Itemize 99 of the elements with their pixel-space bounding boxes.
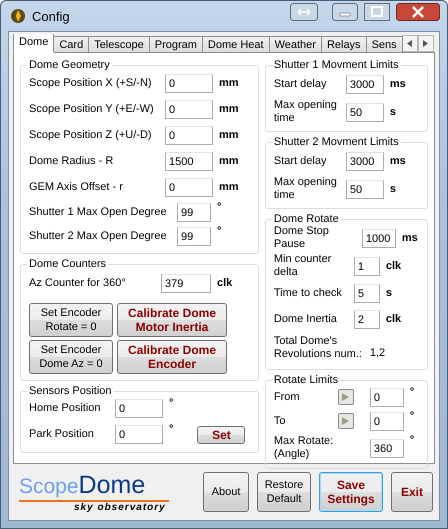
field-label: Dome Radius - R [29, 154, 114, 168]
unit-label: ° [410, 386, 414, 398]
action-button[interactable]: Calibrate Dome Motor Inertia [117, 303, 227, 338]
window-title: Config [32, 8, 71, 24]
unit-label: clk [386, 313, 402, 326]
group-title: Shutter 1 Movment Limits [272, 59, 400, 72]
unit-label: mm [219, 155, 239, 168]
input-field[interactable]: 50 [346, 180, 384, 199]
scroll-right-icon[interactable] [418, 35, 434, 52]
field-label: Shutter 2 Max Open Degree [29, 230, 168, 243]
field-label: Time to check [274, 286, 343, 300]
action-button[interactable]: Calibrate Dome Encoder [117, 340, 227, 374]
unit-label: ° [410, 410, 414, 422]
field-label: To [274, 414, 286, 428]
field-label: Max opening time [274, 176, 338, 202]
unit-label: ms [390, 155, 406, 168]
unit-label: ° [217, 201, 222, 214]
app-icon [10, 8, 26, 24]
set-button[interactable]: Set [197, 426, 246, 444]
input-field[interactable]: 3000 [346, 74, 384, 94]
field-label: Scope Position Y (+E/-W) [29, 102, 155, 116]
tab[interactable]: Relays [320, 36, 367, 54]
input-field[interactable]: 0 [165, 74, 213, 93]
total-revolutions-value: 1,2 [370, 347, 386, 360]
action-button[interactable]: Set Encoder Rotate = 0 [29, 303, 113, 338]
unit-label: s [390, 106, 396, 118]
unit-label: clk [386, 260, 402, 272]
group-title: Dome Rotate [272, 213, 340, 226]
input-field[interactable]: 1000 [362, 228, 396, 248]
unit-label: mm [219, 77, 239, 90]
logo: ScopeDome sky observatory [19, 472, 203, 513]
field-label: Home Position [29, 402, 102, 416]
field-label: Az Counter for 360° [29, 276, 127, 290]
input-field[interactable]: 1500 [165, 152, 213, 171]
tab[interactable]: Telescope [88, 36, 150, 54]
tab[interactable]: Program [148, 36, 203, 54]
input-field[interactable]: 0 [370, 388, 404, 407]
unit-label: ° [169, 423, 174, 436]
group-title: Rotate Limits [272, 374, 340, 386]
unit-label: ms [402, 232, 418, 244]
group-title: Shutter 2 Movment Limits [272, 136, 400, 148]
unit-label: clk [217, 277, 232, 290]
input-field[interactable]: 0 [165, 126, 213, 145]
tab[interactable]: Dome [13, 34, 54, 54]
input-field[interactable]: 3000 [346, 152, 384, 171]
total-revolutions-label: Total Dome's Revolutions num.: [274, 335, 363, 362]
field-label: Dome Inertia [274, 312, 338, 326]
minimize-icon[interactable] [332, 3, 358, 21]
field-label: GEM Axis Offset - r [29, 180, 124, 194]
footer-button[interactable]: About [203, 472, 249, 512]
field-label: From [274, 390, 301, 404]
group-title: Sensors Position [28, 385, 113, 398]
field-label: Start delay [274, 78, 328, 91]
tab[interactable]: Sens [366, 36, 403, 54]
close-icon[interactable] [396, 3, 440, 21]
input-field[interactable]: 0 [115, 425, 163, 444]
field-label: Dome Stop Pause [274, 225, 330, 252]
footer-button[interactable]: Save Settings [319, 472, 383, 512]
input-field[interactable]: 2 [354, 310, 380, 329]
input-field[interactable]: 0 [115, 399, 163, 418]
footer-button[interactable]: Exit [391, 472, 433, 512]
input-field[interactable]: 0 [370, 412, 404, 431]
input-field[interactable]: 0 [165, 100, 213, 119]
field-label: Min counter delta [274, 253, 332, 280]
field-label: Scope Position X (+S/-N) [29, 76, 153, 90]
input-field[interactable]: 360 [370, 438, 404, 458]
input-field[interactable]: 5 [354, 284, 380, 303]
action-button[interactable]: Set Encoder Dome Az = 0 [29, 340, 113, 374]
unit-label: ms [390, 78, 406, 90]
unit-label: mm [219, 181, 239, 194]
group-title: Dome Counters [28, 258, 108, 270]
unit-label: s [390, 183, 396, 196]
input-field[interactable]: 379 [161, 274, 211, 293]
maximize-icon[interactable] [364, 3, 390, 21]
input-field[interactable]: 99 [177, 226, 211, 246]
field-label: Park Position [29, 428, 95, 442]
unit-label: s [386, 287, 392, 300]
tab[interactable]: Weather [268, 36, 322, 54]
input-field[interactable]: 99 [177, 202, 211, 222]
play-icon[interactable] [338, 413, 354, 430]
tab[interactable]: Dome Heat [202, 36, 270, 54]
unit-label: ° [410, 434, 414, 446]
field-label: Max opening time [274, 99, 338, 126]
input-field[interactable]: 50 [346, 102, 384, 122]
field-label: Scope Position Z (+U/-D) [29, 128, 153, 142]
play-icon[interactable] [338, 389, 354, 406]
unit-label: mm [219, 103, 239, 116]
field-label: Max Rotate: (Angle) [274, 435, 334, 462]
unit-label: ° [217, 225, 222, 238]
unit-label: ° [169, 397, 174, 410]
field-label: Start delay [274, 154, 328, 168]
tab[interactable]: Card [53, 36, 90, 54]
input-field[interactable]: 0 [165, 178, 213, 197]
group-title: Dome Geometry [28, 59, 111, 72]
resize-icon[interactable] [290, 3, 318, 21]
footer-button[interactable]: Restore Default [257, 472, 311, 512]
field-label: Shutter 1 Max Open Degree [29, 206, 168, 219]
input-field[interactable]: 1 [354, 256, 380, 276]
unit-label: mm [219, 129, 239, 142]
